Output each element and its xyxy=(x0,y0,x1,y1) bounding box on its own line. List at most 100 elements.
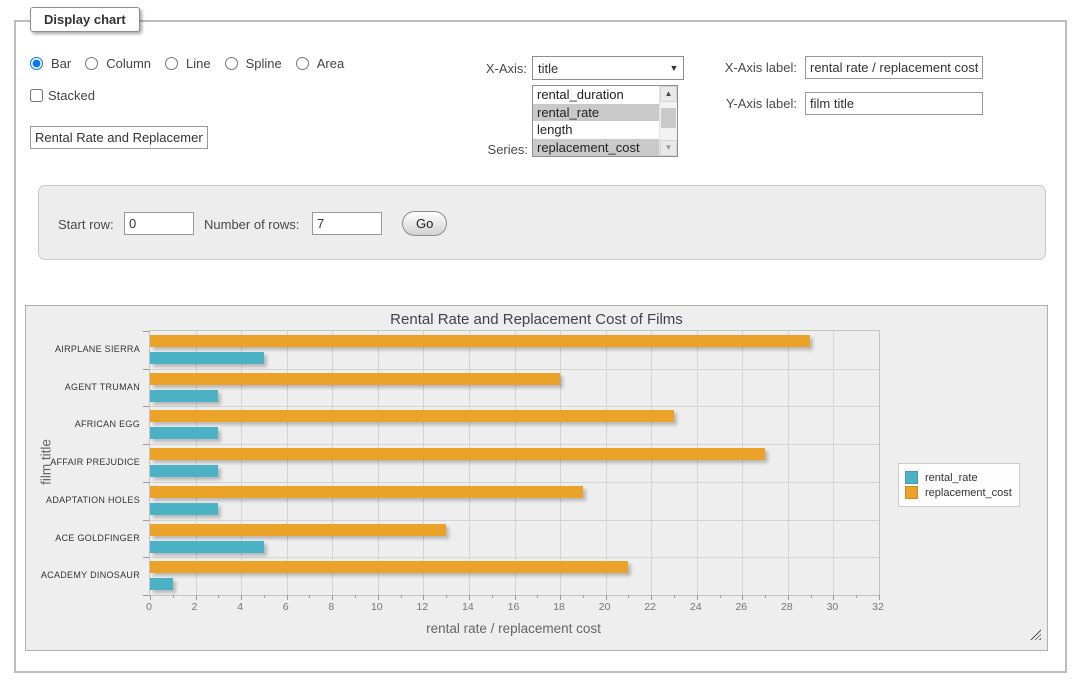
chart-type-label-bar[interactable]: Bar xyxy=(51,56,71,71)
x-tick-mark-minor xyxy=(173,595,174,598)
x-tick-label: 14 xyxy=(451,601,485,613)
start-row-label: Start row: xyxy=(58,217,114,232)
category-label: ACE GOLDFINGER xyxy=(26,533,140,543)
chart-type-radio-line[interactable] xyxy=(165,57,178,70)
gridline-horizontal xyxy=(150,557,879,558)
x-axis-select[interactable]: title ▼ xyxy=(532,56,684,80)
chart-type-radio-area[interactable] xyxy=(296,57,309,70)
fieldset-title: Display chart xyxy=(30,7,140,32)
go-button[interactable]: Go xyxy=(402,211,447,236)
x-tick-label: 12 xyxy=(405,601,439,613)
resize-handle-icon[interactable] xyxy=(1030,629,1041,640)
legend-label-replacement_cost: replacement_cost xyxy=(925,487,1012,499)
x-tick-mark-major xyxy=(469,595,470,600)
x-tick-mark-minor xyxy=(537,595,538,598)
chart-type-label-area[interactable]: Area xyxy=(317,56,344,71)
bar-replacement_cost xyxy=(150,373,560,385)
x-tick-mark-minor xyxy=(811,595,812,598)
x-tick-mark-major xyxy=(423,595,424,600)
x-tick-mark-major xyxy=(742,595,743,600)
gridline-vertical xyxy=(606,331,607,595)
x-tick-mark-major xyxy=(332,595,333,600)
series-option-rental_duration[interactable]: rental_duration xyxy=(533,86,659,104)
x-tick-mark-major xyxy=(560,595,561,600)
x-tick-label: 18 xyxy=(542,601,576,613)
gridline-vertical xyxy=(469,331,470,595)
x-tick-label: 24 xyxy=(679,601,713,613)
start-row-input[interactable] xyxy=(124,212,194,235)
stacked-row: Stacked xyxy=(30,88,95,103)
y-tick-mark xyxy=(143,595,149,596)
x-tick-label: 28 xyxy=(770,601,804,613)
chevron-down-icon: ▼ xyxy=(665,63,683,73)
legend-swatch-replacement_cost xyxy=(905,486,918,499)
gridline-vertical xyxy=(378,331,379,595)
legend-row: replacement_cost xyxy=(905,486,1012,499)
x-tick-label: 22 xyxy=(633,601,667,613)
gridline-horizontal xyxy=(150,369,879,370)
chart-type-radio-spline[interactable] xyxy=(225,57,238,70)
gridline-vertical xyxy=(332,331,333,595)
scroll-up-icon[interactable]: ▲ xyxy=(660,86,677,102)
y-tick-mark xyxy=(143,369,149,370)
x-tick-label: 20 xyxy=(588,601,622,613)
x-tick-label: 2 xyxy=(178,601,212,613)
bar-rental_rate xyxy=(150,352,264,364)
x-tick-mark-major xyxy=(697,595,698,600)
gridline-horizontal xyxy=(150,520,879,521)
x-tick-mark-major xyxy=(378,595,379,600)
x-tick-mark-major xyxy=(788,595,789,600)
gridline-vertical xyxy=(423,331,424,595)
legend-label-rental_rate: rental_rate xyxy=(925,472,978,484)
series-multiselect[interactable]: rental_durationrental_ratelengthreplacem… xyxy=(532,85,678,157)
series-option-rental_rate[interactable]: rental_rate xyxy=(533,104,659,122)
category-label: ADAPTATION HOLES xyxy=(26,495,140,505)
x-tick-mark-major xyxy=(515,595,516,600)
x-axis-label: X-Axis: xyxy=(440,61,527,76)
legend-swatch-rental_rate xyxy=(905,471,918,484)
x-tick-mark-minor xyxy=(720,595,721,598)
series-scrollbar[interactable]: ▲ ▼ xyxy=(659,86,677,156)
x-tick-label: 4 xyxy=(223,601,257,613)
stacked-label[interactable]: Stacked xyxy=(48,88,95,103)
gridline-vertical xyxy=(241,331,242,595)
x-axis-title: rental rate / replacement cost xyxy=(149,621,878,636)
series-options: rental_durationrental_ratelengthreplacem… xyxy=(533,86,659,156)
x-tick-mark-major xyxy=(287,595,288,600)
chart-type-label-spline[interactable]: Spline xyxy=(246,56,282,71)
y-tick-mark xyxy=(143,482,149,483)
y-tick-mark xyxy=(143,444,149,445)
gridline-vertical xyxy=(560,331,561,595)
x-tick-mark-minor xyxy=(264,595,265,598)
num-rows-input[interactable] xyxy=(312,212,382,235)
scrollbar-thumb[interactable] xyxy=(661,108,676,128)
chart-title-input[interactable] xyxy=(30,126,208,149)
series-option-length[interactable]: length xyxy=(533,121,659,139)
bar-replacement_cost xyxy=(150,448,765,460)
series-option-replacement_cost[interactable]: replacement_cost xyxy=(533,139,659,157)
chart-type-radio-group: Bar Column Line Spline Area xyxy=(30,56,354,71)
x-tick-label: 0 xyxy=(132,601,166,613)
x-axis-label-caption: X-Axis label: xyxy=(713,60,797,75)
y-axis-label-input[interactable] xyxy=(805,92,983,115)
chart-type-radio-column[interactable] xyxy=(85,57,98,70)
x-tick-mark-minor xyxy=(583,595,584,598)
bar-replacement_cost xyxy=(150,486,583,498)
x-tick-mark-minor xyxy=(446,595,447,598)
gridline-vertical xyxy=(196,331,197,595)
stacked-checkbox[interactable] xyxy=(30,89,43,102)
gridline-vertical xyxy=(833,331,834,595)
bar-rental_rate xyxy=(150,390,218,402)
x-axis-label-input[interactable] xyxy=(805,56,983,79)
category-label: AGENT TRUMAN xyxy=(26,382,140,392)
x-tick-label: 26 xyxy=(724,601,758,613)
scroll-down-icon[interactable]: ▼ xyxy=(660,140,677,156)
x-tick-mark-minor xyxy=(309,595,310,598)
chart-type-label-line[interactable]: Line xyxy=(186,56,211,71)
chart-type-radio-bar[interactable] xyxy=(30,57,43,70)
x-tick-mark-major xyxy=(606,595,607,600)
y-axis-label-caption: Y-Axis label: xyxy=(713,96,797,111)
chart-type-label-column[interactable]: Column xyxy=(106,56,151,71)
y-tick-mark xyxy=(143,520,149,521)
x-tick-label: 8 xyxy=(314,601,348,613)
